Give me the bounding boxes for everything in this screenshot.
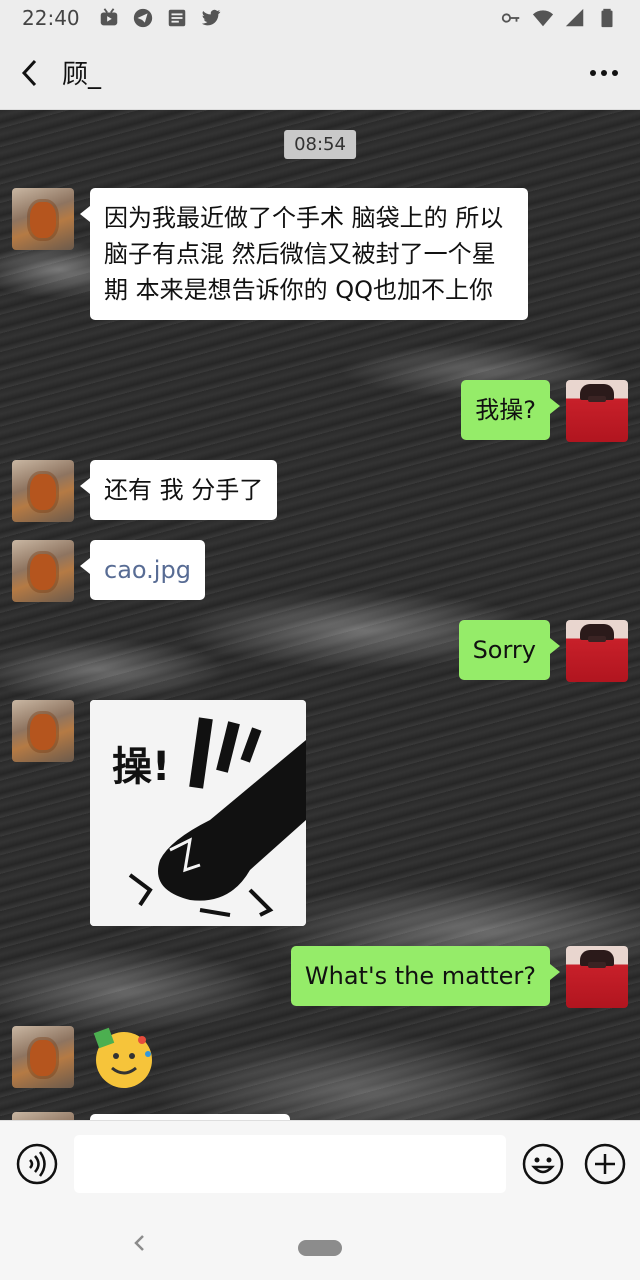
- my-avatar[interactable]: [566, 946, 628, 1008]
- telegram-icon: [133, 8, 152, 28]
- nav-back-icon[interactable]: [128, 1228, 150, 1258]
- party-popper-emoji[interactable]: [90, 1026, 156, 1090]
- more-dots-icon: [590, 69, 618, 76]
- my-avatar[interactable]: [566, 620, 628, 682]
- chat-header: 顾_: [0, 36, 640, 110]
- sticker-text: 操!: [112, 744, 170, 790]
- message-bubble-me[interactable]: Sorry: [458, 620, 561, 680]
- system-navigation-bar: [0, 1206, 640, 1280]
- nav-home-pill[interactable]: [298, 1240, 342, 1256]
- back-button[interactable]: [0, 36, 60, 110]
- contact-avatar[interactable]: [12, 188, 74, 250]
- contact-avatar[interactable]: [12, 460, 74, 522]
- sticker-image[interactable]: 操!: [90, 700, 306, 926]
- system-icons: [500, 7, 618, 29]
- voice-icon[interactable]: [16, 1143, 58, 1185]
- message-bubble-me[interactable]: What's the matter?: [290, 946, 561, 1006]
- bilibili-icon: [100, 8, 117, 26]
- chevron-left-icon: [21, 59, 37, 86]
- contact-avatar[interactable]: [12, 700, 74, 762]
- contact-avatar[interactable]: [12, 540, 74, 602]
- notification-icons: [98, 7, 222, 29]
- twitter-icon: [201, 9, 220, 26]
- more-button[interactable]: [568, 36, 640, 110]
- status-time: 22:40: [22, 6, 80, 30]
- message-bubble-contact[interactable]: 还有 我 分手了: [79, 460, 278, 520]
- message-bubble-contact[interactable]: 因为我最近做了个手术 脑袋上的 所以脑子有点混 然后微信又被封了一个星期 本来是…: [80, 188, 528, 320]
- input-bar: [0, 1120, 640, 1206]
- chat-title: 顾_: [62, 60, 102, 90]
- contact-avatar[interactable]: [12, 1112, 74, 1120]
- status-bar: 22:40: [0, 0, 640, 36]
- key-icon: [501, 13, 520, 23]
- message-input[interactable]: [74, 1135, 506, 1193]
- chat-message-area[interactable]: 08:54 因为我最近做了个手术 脑袋上的 所以脑子有点混 然后微信又被封了一个…: [0, 110, 640, 1120]
- fist-sticker: 操!: [90, 700, 306, 926]
- news-icon: [168, 9, 185, 27]
- my-avatar[interactable]: [566, 380, 628, 442]
- emoji-icon[interactable]: [522, 1143, 564, 1185]
- plus-icon[interactable]: [584, 1143, 626, 1185]
- contact-avatar[interactable]: [12, 1026, 74, 1088]
- file-link-bubble[interactable]: cao.jpg: [80, 540, 205, 600]
- wifi-icon: [532, 10, 554, 27]
- signal-icon: [565, 8, 584, 27]
- message-bubble-me[interactable]: 我操?: [461, 380, 560, 440]
- message-timestamp: 08:54: [284, 130, 356, 159]
- battery-icon: [601, 8, 613, 28]
